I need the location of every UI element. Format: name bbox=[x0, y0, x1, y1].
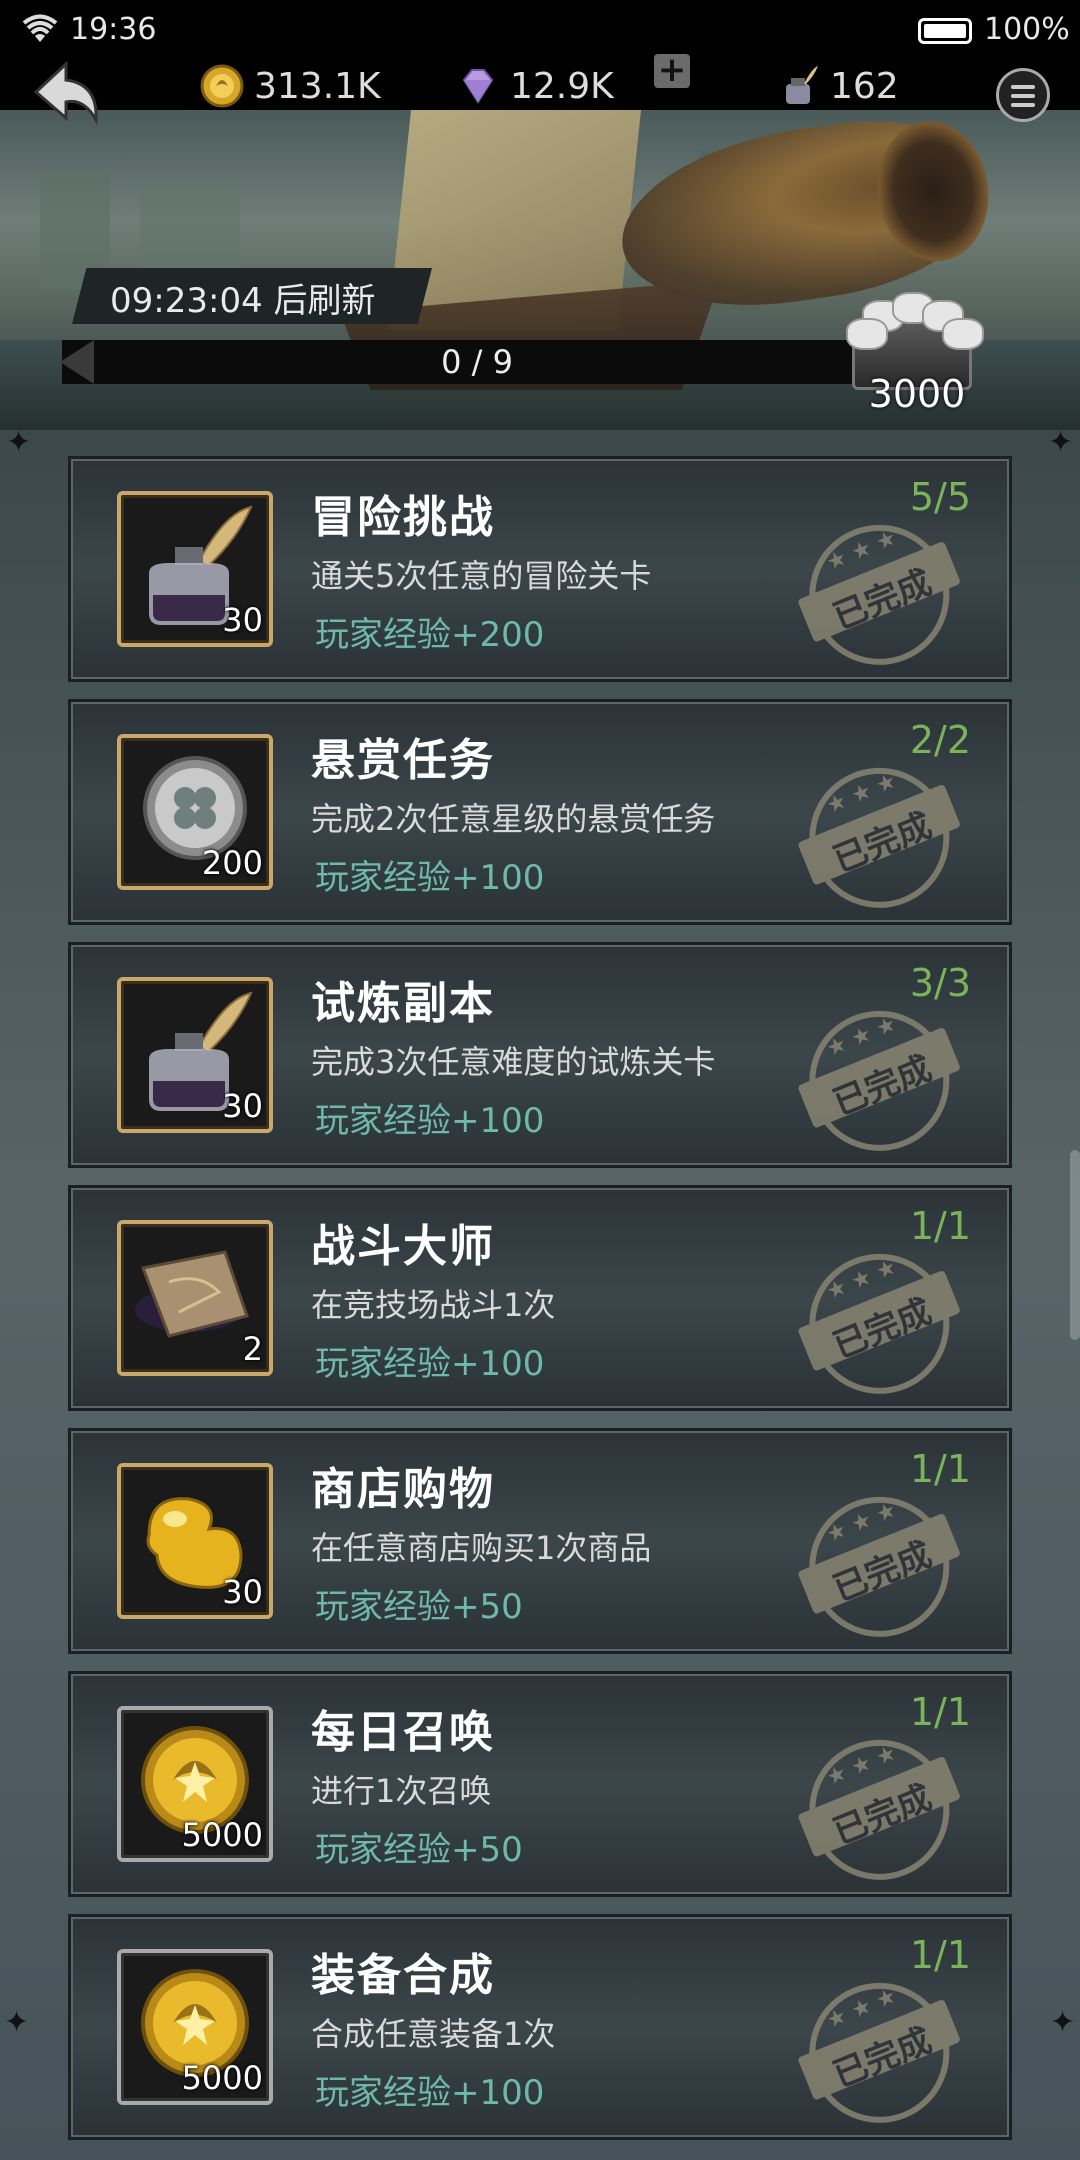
task-reward-exp: 玩家经验+100 bbox=[315, 1101, 545, 1141]
reward-count: 200 bbox=[201, 844, 263, 882]
add-gems-button[interactable]: + bbox=[654, 53, 690, 88]
menu-button[interactable] bbox=[996, 68, 1050, 122]
wifi-icon bbox=[22, 14, 58, 42]
currency-bar: 313.1K 12.9K 162 bbox=[0, 50, 1080, 130]
task-card[interactable]: 200 悬赏任务 完成2次任意星级的悬赏任务 玩家经验+100 2/2 ★ ★ … bbox=[68, 699, 1012, 929]
task-card[interactable]: 5000 装备合成 合成任意装备1次 玩家经验+100 1/1 ★ ★ ★ 已完… bbox=[68, 1914, 1012, 2144]
corner-ornament: ✦ bbox=[6, 425, 32, 460]
reward-count: 30 bbox=[222, 601, 263, 639]
ink-amount: 162 bbox=[830, 65, 899, 107]
reward-count: 5000 bbox=[181, 1816, 263, 1854]
task-card[interactable]: 5000 每日召唤 进行1次召唤 玩家经验+50 1/1 ★ ★ ★ 已完成 bbox=[68, 1671, 1012, 1901]
diamond-icon bbox=[462, 69, 494, 104]
task-title: 冒险挑战 bbox=[311, 492, 495, 543]
status-time: 19:36 bbox=[70, 12, 157, 47]
reward-count: 30 bbox=[222, 1573, 263, 1611]
reward-count: 5000 bbox=[181, 2059, 263, 2097]
task-title: 装备合成 bbox=[311, 1950, 495, 2001]
chest-reward-value: 3000 bbox=[868, 372, 966, 416]
reward-count: 2 bbox=[242, 1330, 263, 1368]
scrollbar[interactable] bbox=[1070, 1150, 1080, 1340]
task-reward-exp: 玩家经验+50 bbox=[315, 1830, 523, 1870]
banner-ruin bbox=[140, 180, 240, 280]
completed-stamp-icon: ★ ★ ★ 已完成 bbox=[788, 1229, 980, 1415]
gem-amount: 12.9K bbox=[510, 65, 614, 107]
task-title: 每日召唤 bbox=[311, 1707, 495, 1758]
corner-ornament: ✦ bbox=[1048, 425, 1074, 460]
ink-bottle-icon bbox=[786, 66, 818, 104]
task-reward-item[interactable]: 30 bbox=[117, 491, 273, 647]
task-reward-item[interactable]: 30 bbox=[117, 977, 273, 1133]
task-card[interactable]: 30 冒险挑战 通关5次任意的冒险关卡 玩家经验+200 5/5 ★ ★ ★ 已… bbox=[68, 456, 1012, 686]
corner-ornament: ✦ bbox=[1050, 2005, 1076, 2040]
completed-stamp-icon: ★ ★ ★ 已完成 bbox=[788, 500, 980, 686]
task-description: 在竞技场战斗1次 bbox=[311, 1286, 556, 1324]
completed-stamp-icon: ★ ★ ★ 已完成 bbox=[788, 1472, 980, 1658]
task-description: 完成2次任意星级的悬赏任务 bbox=[311, 800, 716, 838]
reward-count: 30 bbox=[222, 1087, 263, 1125]
task-reward-item[interactable]: 30 bbox=[117, 1463, 273, 1619]
task-card[interactable]: 2 战斗大师 在竞技场战斗1次 玩家经验+100 1/1 ★ ★ ★ 已完成 bbox=[68, 1185, 1012, 1415]
task-description: 在任意商店购买1次商品 bbox=[311, 1529, 652, 1567]
task-title: 商店购物 bbox=[311, 1464, 495, 1515]
task-reward-exp: 玩家经验+50 bbox=[315, 1587, 523, 1627]
completed-stamp-icon: ★ ★ ★ 已完成 bbox=[788, 986, 980, 1172]
completed-stamp-icon: ★ ★ ★ 已完成 bbox=[788, 1958, 980, 2144]
task-description: 通关5次任意的冒险关卡 bbox=[311, 557, 652, 595]
task-reward-item[interactable]: 5000 bbox=[117, 1706, 273, 1862]
task-reward-item[interactable]: 5000 bbox=[117, 1949, 273, 2105]
task-description: 进行1次召唤 bbox=[311, 1772, 492, 1810]
task-reward-exp: 玩家经验+200 bbox=[315, 615, 545, 655]
refresh-timer: 09:23:04 后刷新 bbox=[110, 281, 376, 321]
progress-text: 0 / 9 bbox=[441, 343, 513, 381]
completed-stamp-icon: ★ ★ ★ 已完成 bbox=[788, 743, 980, 929]
task-reward-exp: 玩家经验+100 bbox=[315, 2073, 545, 2113]
gold-amount: 313.1K bbox=[254, 65, 381, 107]
task-title: 悬赏任务 bbox=[311, 735, 495, 786]
ink-currency: 162 bbox=[776, 58, 899, 114]
completed-stamp-icon: ★ ★ ★ 已完成 bbox=[788, 1715, 980, 1901]
gem-currency: 12.9K bbox=[456, 58, 614, 114]
gold-currency: 313.1K bbox=[200, 58, 381, 114]
task-title: 战斗大师 bbox=[311, 1221, 495, 1272]
task-card[interactable]: 30 商店购物 在任意商店购买1次商品 玩家经验+50 1/1 ★ ★ ★ 已完… bbox=[68, 1428, 1012, 1658]
task-reward-item[interactable]: 2 bbox=[117, 1220, 273, 1376]
task-description: 合成任意装备1次 bbox=[311, 2015, 556, 2053]
task-description: 完成3次任意难度的试炼关卡 bbox=[311, 1043, 716, 1081]
gold-coin-icon bbox=[200, 64, 244, 108]
task-reward-exp: 玩家经验+100 bbox=[315, 1344, 545, 1384]
corner-ornament: ✦ bbox=[4, 2005, 30, 2040]
back-button[interactable] bbox=[26, 58, 106, 130]
task-reward-exp: 玩家经验+100 bbox=[315, 858, 545, 898]
task-title: 试炼副本 bbox=[311, 978, 495, 1029]
task-card[interactable]: 30 试炼副本 完成3次任意难度的试炼关卡 玩家经验+100 3/3 ★ ★ ★… bbox=[68, 942, 1012, 1172]
battery-percent: 100% bbox=[984, 12, 1070, 47]
battery-icon bbox=[918, 18, 972, 44]
task-reward-item[interactable]: 200 bbox=[117, 734, 273, 890]
